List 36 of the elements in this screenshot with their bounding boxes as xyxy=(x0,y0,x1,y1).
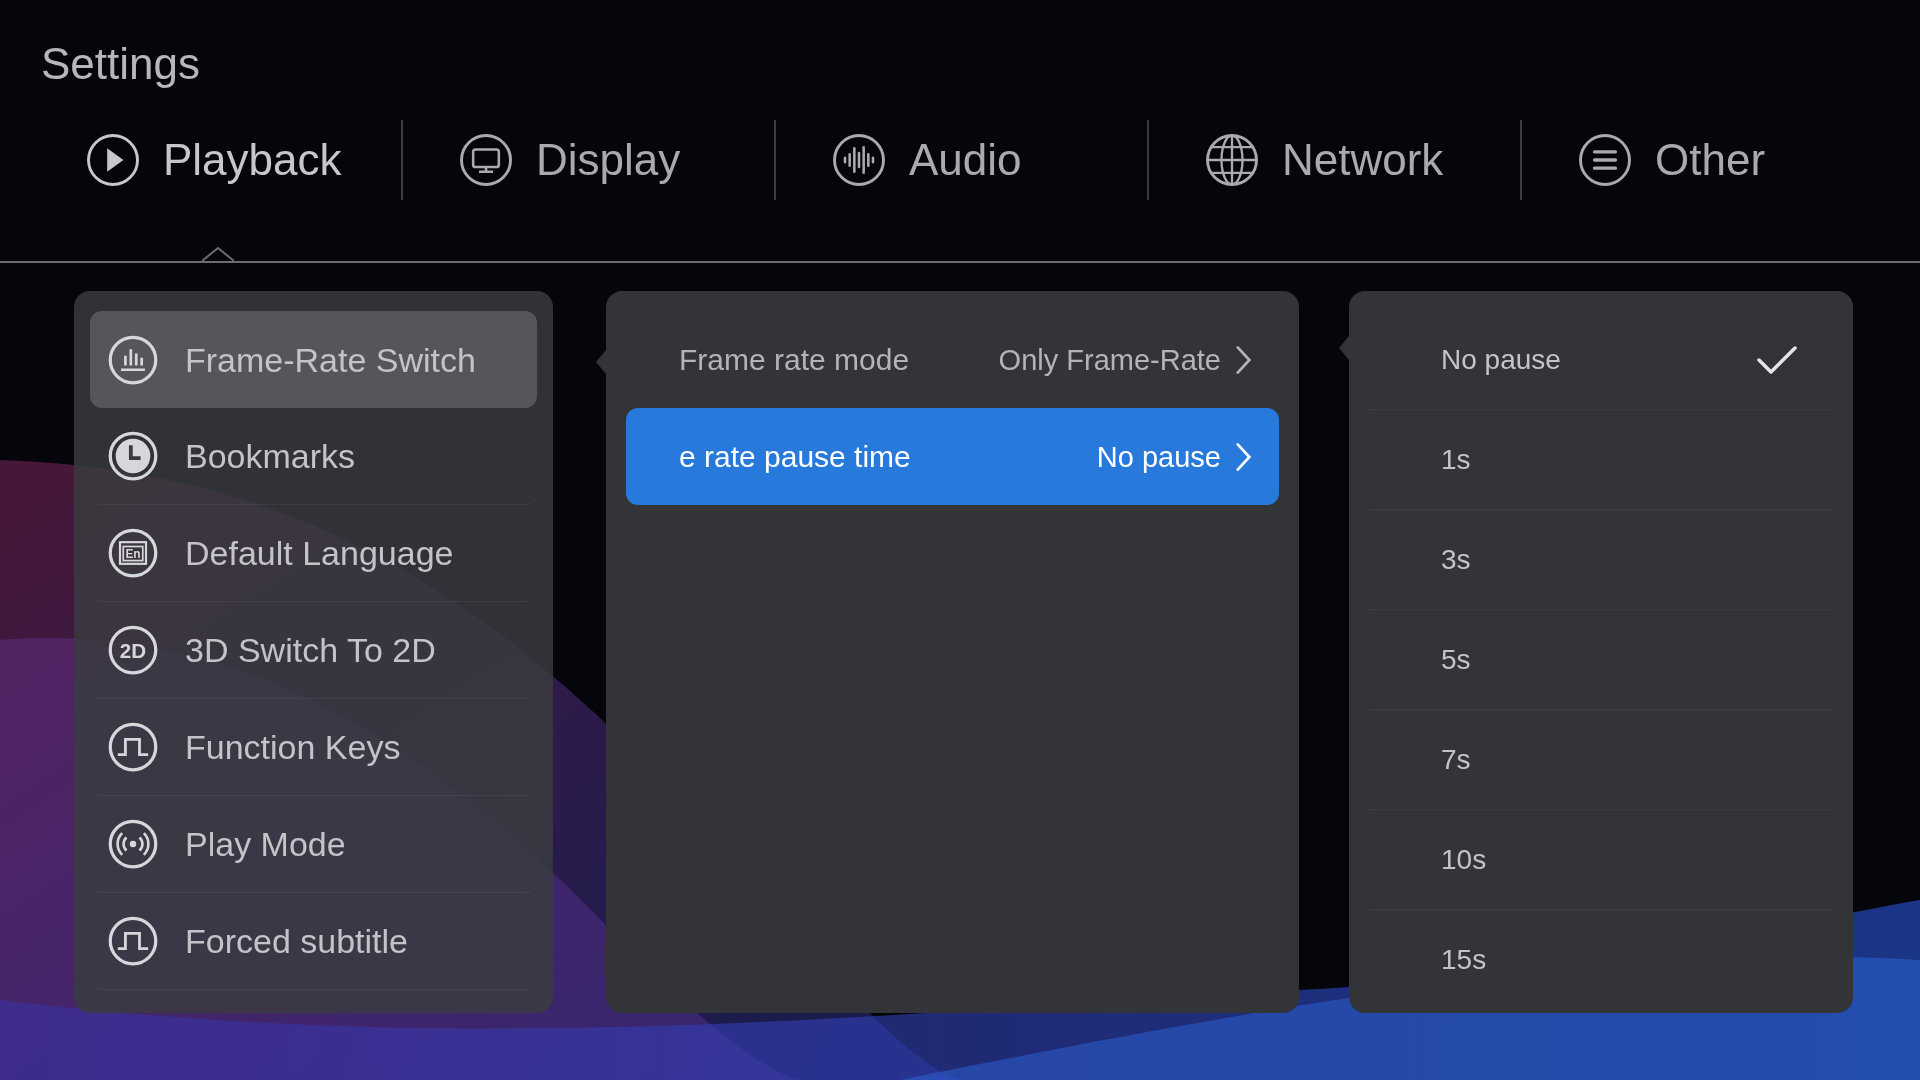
category-tab[interactable]: Playback xyxy=(30,120,403,200)
page-title: Settings xyxy=(41,38,200,90)
globe-icon xyxy=(1204,132,1260,188)
play-icon xyxy=(85,132,141,188)
broadcast-icon xyxy=(107,818,159,870)
category-tab[interactable]: Display xyxy=(403,120,776,200)
option-item[interactable]: 3s xyxy=(1369,510,1833,610)
category-tab[interactable]: Other xyxy=(1522,120,1895,200)
bar-chart-icon xyxy=(107,333,159,386)
chevron-right-icon xyxy=(1235,343,1253,376)
setting-row[interactable]: Frame rate mode Only Frame-Rate xyxy=(626,311,1279,408)
monitor-icon xyxy=(458,132,514,188)
category-item[interactable]: Frame-Rate Switch xyxy=(90,311,537,408)
category-item[interactable]: Play Mode xyxy=(90,796,537,893)
category-item[interactable]: En Default Language xyxy=(90,505,537,602)
sound-wave-icon xyxy=(831,132,887,188)
option-item[interactable]: 1s xyxy=(1369,410,1833,510)
pulse-icon xyxy=(107,915,159,967)
option-item[interactable]: 7s xyxy=(1369,710,1833,810)
pulse-icon xyxy=(107,721,159,773)
option-item[interactable]: 10s xyxy=(1369,810,1833,910)
category-item[interactable]: 2D 3D Switch To 2D xyxy=(90,602,537,699)
category-tab[interactable]: Network xyxy=(1149,120,1522,200)
option-item[interactable]: 5s xyxy=(1369,610,1833,710)
clock-icon xyxy=(107,430,159,482)
option-item[interactable]: 15s xyxy=(1369,910,1833,1010)
category-item[interactable]: Function Keys xyxy=(90,699,537,796)
category-item[interactable]: Forced subtitle xyxy=(90,893,537,990)
language-icon: En xyxy=(107,527,159,579)
chevron-right-icon xyxy=(1235,440,1253,473)
mode-icon: 2D xyxy=(107,624,159,676)
menu-icon xyxy=(1577,132,1633,188)
option-item[interactable]: No pause xyxy=(1369,310,1833,410)
category-item[interactable]: Bookmarks xyxy=(90,408,537,505)
setting-row[interactable]: e rate pause time No pause xyxy=(626,408,1279,505)
category-tab[interactable]: Audio xyxy=(776,120,1149,200)
